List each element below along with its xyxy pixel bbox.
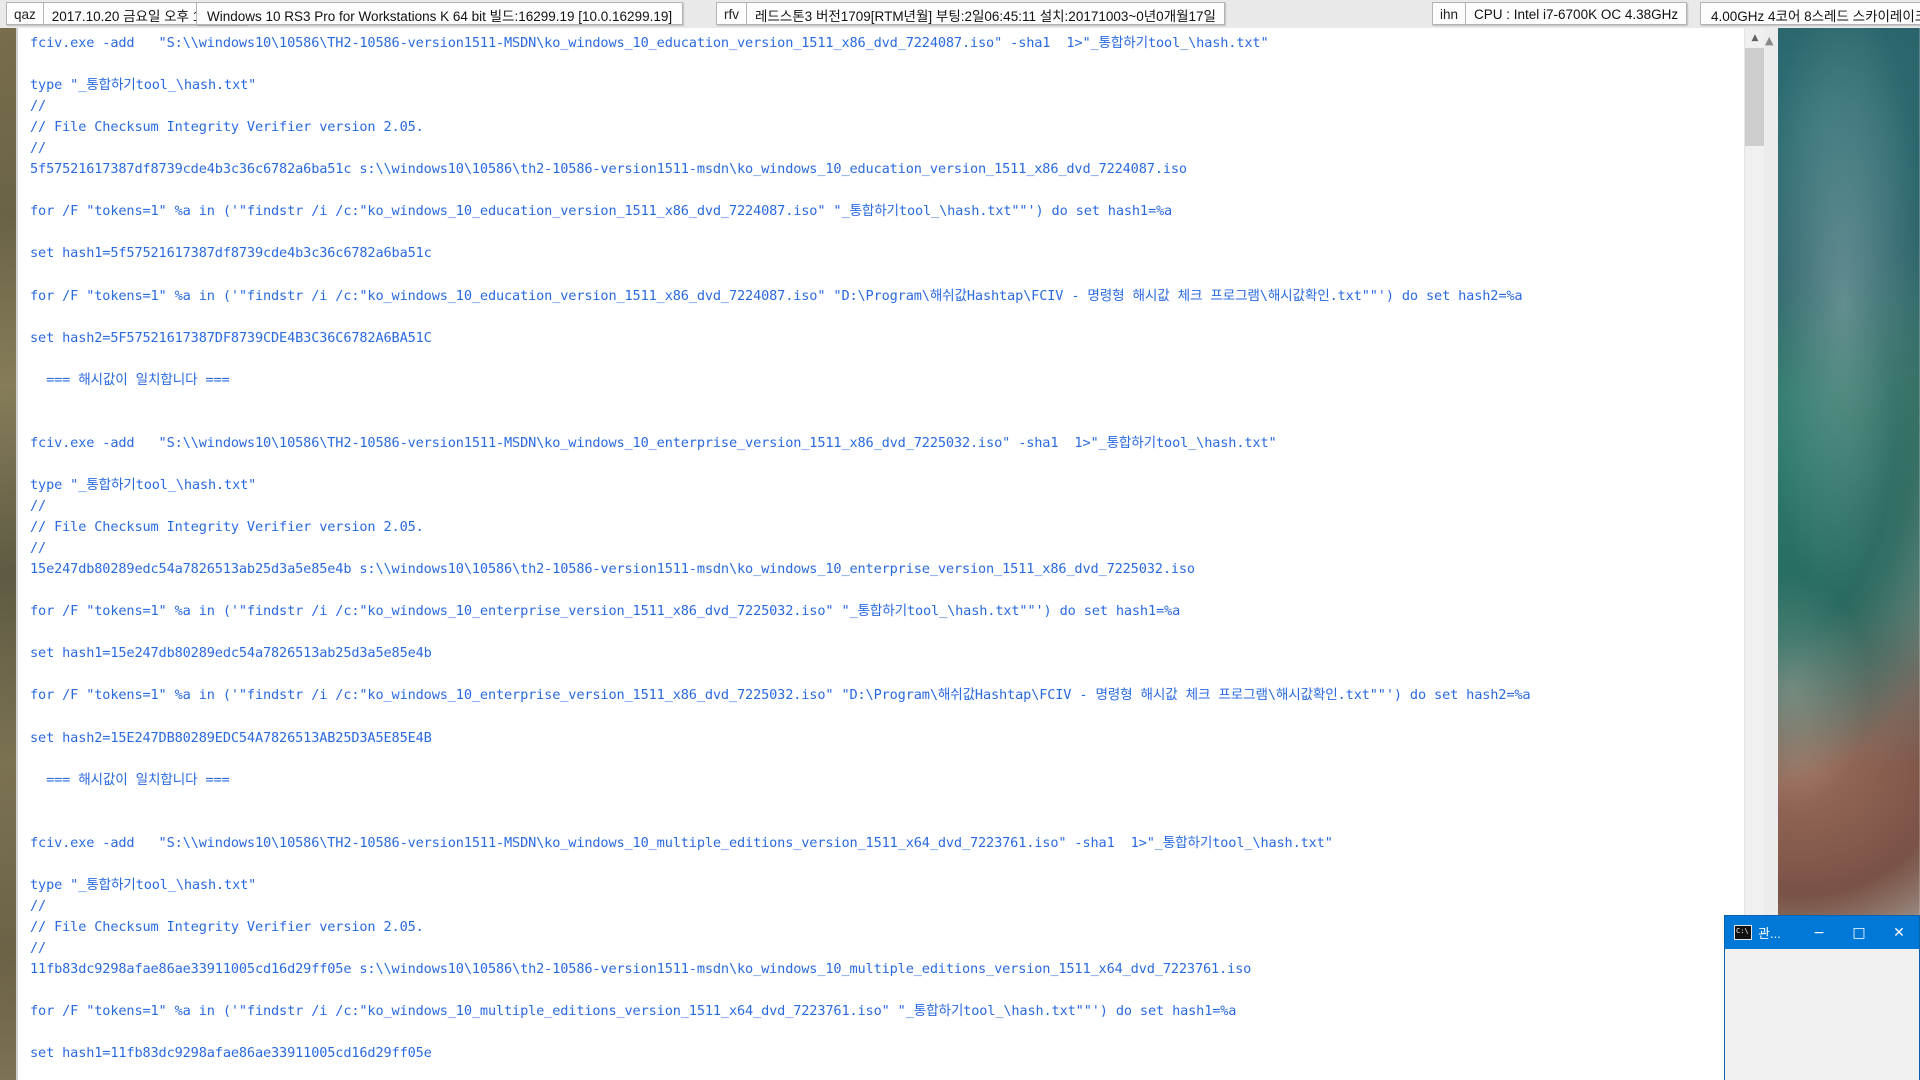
console-line: // xyxy=(30,897,47,914)
console-line: set hash1=5f57521617387df8739cde4b3c36c6… xyxy=(30,245,432,262)
console-line: // File Checksum Integrity Verifier vers… xyxy=(30,519,424,536)
console-line: set hash1=15e247db80289edc54a7826513ab25… xyxy=(30,645,432,662)
gadget-cpu-key: ihn xyxy=(1433,3,1467,24)
gadget-cpu-value: CPU : Intel i7-6700K OC 4.38GHz xyxy=(1474,7,1679,22)
console-line: for /F "tokens=1" %a in ('"findstr /i /c… xyxy=(30,603,1181,620)
close-button[interactable]: ✕ xyxy=(1879,916,1919,949)
console-line: // File Checksum Integrity Verifier vers… xyxy=(30,918,424,935)
console-line: // xyxy=(30,940,47,957)
console-line: for /F "tokens=1" %a in ('"findstr /i /c… xyxy=(30,203,1173,220)
console-line: // xyxy=(30,498,47,515)
scrollbar-thumb[interactable] xyxy=(1745,48,1765,146)
gadget-cpu-detail[interactable]: 4.00GHz 4코어 8스레드 스카이레이크 20160322~1년6개월29… xyxy=(1700,2,1920,25)
console-line: for /F "tokens=1" %a in ('"findstr /i /c… xyxy=(30,687,1531,704)
console-line: === 해시값이 일치합니다 === xyxy=(30,771,230,788)
desktop-wallpaper-left-strip xyxy=(0,28,16,1080)
console-line: === 해시값이 일치합니다 === xyxy=(30,371,230,388)
console-line: // xyxy=(30,98,47,115)
console-line: 5f57521617387df8739cde4b3c36c6782a6ba51c… xyxy=(30,161,1187,178)
command-prompt-body[interactable] xyxy=(1725,949,1919,1080)
minimize-button[interactable]: − xyxy=(1799,916,1839,949)
gadget-os-version-value: Windows 10 RS3 Pro for Workstations K 64… xyxy=(207,8,673,24)
console-line: // xyxy=(30,540,47,557)
maximize-button[interactable]: □ xyxy=(1839,916,1879,949)
console-window[interactable]: fciv.exe -add "S:\\windows10\10586\TH2-1… xyxy=(16,28,1765,1080)
gadget-clock-key: qaz xyxy=(7,3,44,24)
command-prompt-window[interactable]: C:\ 관... − □ ✕ xyxy=(1724,915,1920,1080)
gadget-build-info-value: 레드스톤3 버전1709[RTM년월] 부팅:2일06:45:11 설치:201… xyxy=(755,8,1216,24)
gadget-build-info[interactable]: rfv 레드스톤3 버전1709[RTM년월] 부팅:2일06:45:11 설치… xyxy=(716,2,1225,25)
console-line: type "_통합하기tool_\hash.txt" xyxy=(30,77,257,94)
desktop-gadget-bar: qaz 2017.10.20 금요일 오후 1:26:15 Windows 10… xyxy=(0,0,1920,28)
gadget-os-version[interactable]: Windows 10 RS3 Pro for Workstations K 64… xyxy=(196,2,684,25)
console-line: for /F "tokens=1" %a in ('"findstr /i /c… xyxy=(30,1003,1237,1020)
console-line: for /F "tokens=1" %a in ('"findstr /i /c… xyxy=(30,287,1523,304)
console-line: type "_통합하기tool_\hash.txt" xyxy=(30,476,257,493)
gadget-cpu-detail-value: 4.00GHz 4코어 8스레드 스카이레이크 20160322~1년6개월29… xyxy=(1711,8,1920,24)
scroll-up-arrow-icon[interactable]: ▲ xyxy=(1745,28,1765,48)
console-line: set hash2=5F57521617387DF8739CDE4B3C36C6… xyxy=(30,329,432,346)
console-icon: C:\ xyxy=(1734,925,1752,940)
console-line: fciv.exe -add "S:\\windows10\10586\TH2-1… xyxy=(30,834,1333,851)
command-prompt-title-label: 관... xyxy=(1758,926,1781,941)
command-prompt-titlebar[interactable]: C:\ 관... − □ ✕ xyxy=(1725,916,1919,949)
console-line: fciv.exe -add "S:\\windows10\10586\TH2-1… xyxy=(30,434,1277,451)
gadget-cpu[interactable]: ihn CPU : Intel i7-6700K OC 4.38GHz xyxy=(1432,2,1688,25)
console-line: fciv.exe -add "S:\\windows10\10586\TH2-1… xyxy=(30,35,1269,51)
console-line: type "_통합하기tool_\hash.txt" xyxy=(30,876,257,893)
console-line: // File Checksum Integrity Verifier vers… xyxy=(30,119,424,136)
console-line: // xyxy=(30,140,47,157)
console-line: set hash2=15E247DB80289EDC54A7826513AB25… xyxy=(30,729,432,746)
console-line: 15e247db80289edc54a7826513ab25d3a5e85e4b… xyxy=(30,561,1195,578)
console-line: set hash1=11fb83dc9298afae86ae33911005cd… xyxy=(30,1045,432,1062)
secondary-scroll-up-arrow-icon[interactable]: ▲ xyxy=(1765,34,1773,47)
console-line: 11fb83dc9298afae86ae33911005cd16d29ff05e… xyxy=(30,961,1252,978)
console-text-area[interactable]: fciv.exe -add "S:\\windows10\10586\TH2-1… xyxy=(18,28,1746,1080)
gadget-build-info-key: rfv xyxy=(717,3,747,24)
